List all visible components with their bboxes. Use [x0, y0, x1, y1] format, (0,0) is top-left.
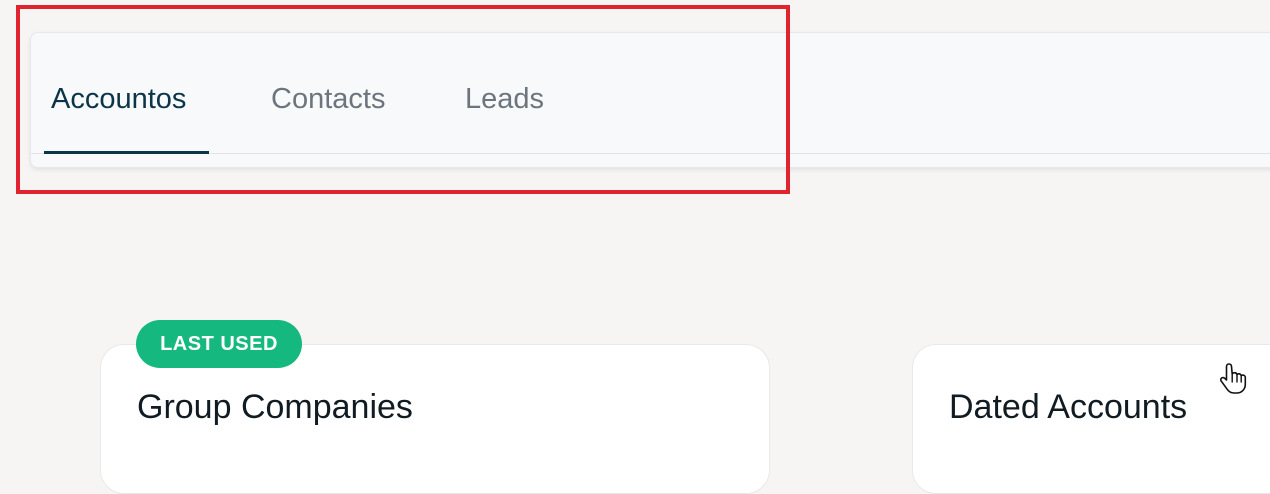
card-title: Group Companies — [137, 388, 413, 426]
last-used-badge: LAST USED — [136, 320, 302, 368]
card-dated-accounts[interactable]: Dated Accounts — [912, 344, 1270, 494]
tab-contacts[interactable]: Contacts — [271, 81, 385, 117]
active-tab-indicator — [44, 151, 209, 154]
card-title: Dated Accounts — [949, 388, 1188, 426]
tabs-panel: Accountos Contacts Leads — [30, 32, 1270, 168]
hand-pointer-icon — [1218, 362, 1248, 398]
tabs-divider — [31, 153, 1270, 154]
tab-accountos[interactable]: Accountos — [51, 81, 186, 117]
tab-leads[interactable]: Leads — [465, 81, 544, 117]
